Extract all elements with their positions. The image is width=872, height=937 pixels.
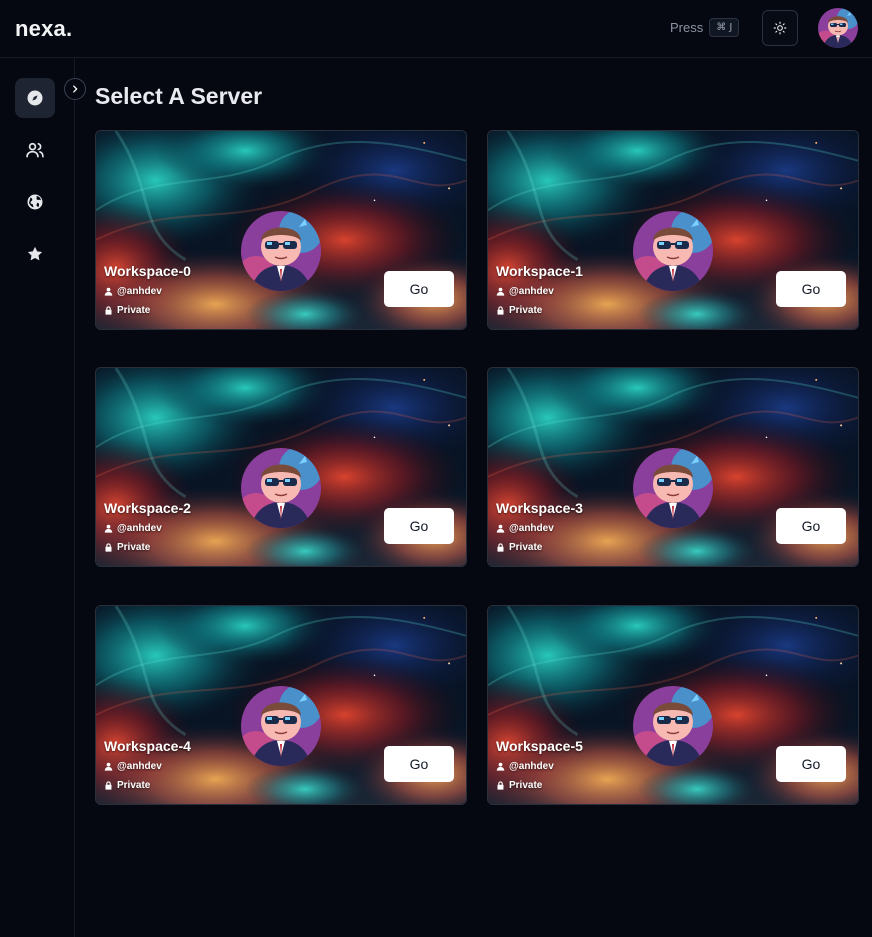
globe-icon xyxy=(27,194,43,210)
go-button[interactable]: Go xyxy=(776,271,846,307)
server-owner: @anhdev xyxy=(104,286,162,297)
server-card[interactable]: Workspace-5 @anhdev Private Go xyxy=(487,605,859,805)
sidebar xyxy=(0,58,75,937)
go-button[interactable]: Go xyxy=(776,746,846,782)
go-button[interactable]: Go xyxy=(384,271,454,307)
server-privacy: Private xyxy=(496,305,542,316)
user-icon xyxy=(104,762,113,771)
top-header: nexa. Press ⌘ J xyxy=(0,0,872,58)
go-button[interactable]: Go xyxy=(384,746,454,782)
server-privacy-label: Private xyxy=(509,305,543,316)
server-owner-avatar xyxy=(241,211,321,291)
server-privacy-label: Private xyxy=(509,542,543,553)
user-icon xyxy=(104,524,113,533)
server-privacy-label: Private xyxy=(117,542,151,553)
server-privacy-label: Private xyxy=(117,780,151,791)
server-card[interactable]: Workspace-1 @anhdev Private Go xyxy=(487,130,859,330)
server-owner-handle: @anhdev xyxy=(509,286,554,297)
server-owner-avatar xyxy=(241,448,321,528)
server-privacy: Private xyxy=(104,542,150,553)
sidebar-collapse-button[interactable] xyxy=(64,78,86,100)
server-privacy: Private xyxy=(104,780,150,791)
server-owner: @anhdev xyxy=(496,286,554,297)
server-name: Workspace-1 xyxy=(496,263,583,279)
sidebar-item-friends[interactable] xyxy=(15,130,55,170)
server-privacy-label: Private xyxy=(509,780,543,791)
lock-icon xyxy=(497,781,504,790)
star-icon xyxy=(27,246,43,261)
sidebar-item-discover[interactable] xyxy=(15,78,55,118)
command-shortcut-hint[interactable]: Press ⌘ J xyxy=(670,18,740,37)
sidebar-item-explore[interactable] xyxy=(15,182,55,222)
server-card[interactable]: Workspace-4 @anhdev Private Go xyxy=(95,605,467,805)
server-owner-avatar xyxy=(633,448,713,528)
server-privacy-label: Private xyxy=(117,305,151,316)
go-button[interactable]: Go xyxy=(384,508,454,544)
compass-icon xyxy=(27,90,43,106)
server-owner-handle: @anhdev xyxy=(117,761,162,772)
server-name: Workspace-2 xyxy=(104,500,191,516)
lock-icon xyxy=(105,543,112,552)
user-avatar[interactable] xyxy=(818,8,858,48)
server-owner-avatar xyxy=(633,686,713,766)
server-name: Workspace-5 xyxy=(496,738,583,754)
chevron-right-icon xyxy=(73,85,78,93)
shortcut-prefix: Press xyxy=(670,20,704,35)
server-owner-avatar xyxy=(633,211,713,291)
avatar-image xyxy=(818,8,858,48)
app-logo[interactable]: nexa. xyxy=(15,16,72,42)
server-name: Workspace-3 xyxy=(496,500,583,516)
server-card[interactable]: Workspace-0 @anhdev Private Go xyxy=(95,130,467,330)
shortcut-keys: ⌘ J xyxy=(709,18,740,37)
page-title: Select A Server xyxy=(95,83,263,109)
go-button[interactable]: Go xyxy=(776,508,846,544)
server-owner: @anhdev xyxy=(104,523,162,534)
lock-icon xyxy=(497,543,504,552)
server-owner-avatar xyxy=(241,686,321,766)
user-icon xyxy=(496,287,505,296)
server-card[interactable]: Workspace-3 @anhdev Private Go xyxy=(487,367,859,567)
server-owner-handle: @anhdev xyxy=(117,286,162,297)
sidebar-item-favorites[interactable] xyxy=(15,234,55,274)
theme-toggle-button[interactable] xyxy=(762,10,798,46)
server-name: Workspace-4 xyxy=(104,738,191,754)
server-privacy: Private xyxy=(496,780,542,791)
server-privacy: Private xyxy=(496,542,542,553)
server-card[interactable]: Workspace-2 @anhdev Private Go xyxy=(95,367,467,567)
sun-icon xyxy=(773,21,787,35)
server-owner: @anhdev xyxy=(496,523,554,534)
server-owner-handle: @anhdev xyxy=(509,523,554,534)
server-owner: @anhdev xyxy=(104,761,162,772)
server-owner: @anhdev xyxy=(496,761,554,772)
user-icon xyxy=(496,762,505,771)
user-icon xyxy=(496,524,505,533)
server-owner-handle: @anhdev xyxy=(117,523,162,534)
lock-icon xyxy=(105,306,112,315)
server-name: Workspace-0 xyxy=(104,263,191,279)
user-icon xyxy=(104,287,113,296)
server-privacy: Private xyxy=(104,305,150,316)
server-owner-handle: @anhdev xyxy=(509,761,554,772)
lock-icon xyxy=(497,306,504,315)
lock-icon xyxy=(105,781,112,790)
users-icon xyxy=(26,142,44,158)
